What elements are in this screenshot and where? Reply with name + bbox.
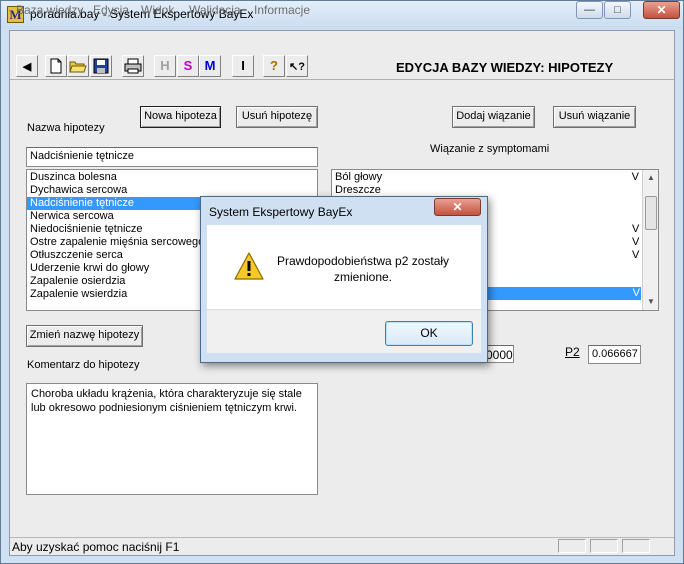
new-file-button[interactable] xyxy=(45,55,67,77)
minimize-button[interactable]: — xyxy=(576,1,603,19)
menu-walidacja[interactable]: Walidacja xyxy=(189,3,241,17)
i-button[interactable]: I xyxy=(232,55,254,77)
warning-icon xyxy=(234,252,264,280)
new-hypothesis-button[interactable]: Nowa hipoteza xyxy=(140,106,221,128)
add-binding-button[interactable]: Dodaj wiązanie xyxy=(452,106,535,128)
back-arrow-icon: ◀ xyxy=(22,61,32,73)
symptom-binding-label: Wiązanie z symptomami xyxy=(430,143,550,155)
maximize-button[interactable]: □ xyxy=(604,1,631,19)
delete-hypothesis-button[interactable]: Usuń hipotezę xyxy=(236,106,318,128)
symptoms-scrollbar[interactable]: ▲ ▼ xyxy=(642,170,658,310)
scroll-thumb[interactable] xyxy=(645,196,657,230)
list-item[interactable]: Ból głowy V xyxy=(332,171,642,184)
dialog-message: Prawdopodobieństwa p2 zostały zmienione. xyxy=(276,254,450,284)
m-button[interactable]: M xyxy=(199,55,221,77)
dialog-close-button[interactable]: ✕ xyxy=(434,198,481,216)
ok-button[interactable]: OK xyxy=(385,321,473,346)
help-button[interactable]: ? xyxy=(263,55,285,77)
h-button[interactable]: H xyxy=(154,55,176,77)
symptom-mark: V xyxy=(632,249,640,261)
p2-input[interactable]: 0.066667 xyxy=(588,345,641,364)
s-button[interactable]: S xyxy=(177,55,199,77)
dialog-body: Prawdopodobieństwa p2 zostały zmienione. xyxy=(207,225,481,309)
status-pane xyxy=(558,539,586,553)
delete-binding-button[interactable]: Usuń wiązanie xyxy=(553,106,636,128)
menu-baza-wiedzy[interactable]: Baza wiedzy xyxy=(16,3,83,17)
save-disk-icon xyxy=(93,58,109,74)
print-icon xyxy=(124,58,142,74)
rename-hypothesis-button[interactable]: Zmień nazwę hipotezy xyxy=(26,325,143,347)
help-icon: ? xyxy=(270,58,278,73)
dialog-title: System Ekspertowy BayEx xyxy=(209,205,353,219)
status-pane xyxy=(590,539,618,553)
list-item[interactable]: Duszinca bolesna xyxy=(27,171,317,184)
menu-informacje[interactable]: Informacje xyxy=(254,3,310,17)
status-text: Aby uzyskać pomoc naciśnij F1 xyxy=(12,540,180,554)
comment-label: Komentarz do hipotezy xyxy=(27,359,140,371)
hypothesis-name-input[interactable]: Nadciśnienie tętnicze xyxy=(26,147,318,167)
scroll-up-icon[interactable]: ▲ xyxy=(643,170,658,186)
p2-label: P2 xyxy=(565,345,580,359)
back-button[interactable]: ◀ xyxy=(16,55,38,77)
status-pane xyxy=(622,539,650,553)
new-file-icon xyxy=(50,58,62,74)
hypothesis-name-label: Nazwa hipotezy xyxy=(27,122,105,134)
save-button[interactable] xyxy=(90,55,112,77)
print-button[interactable] xyxy=(122,55,144,77)
menu-edycja[interactable]: Edycja xyxy=(93,3,129,17)
open-folder-icon xyxy=(69,61,87,73)
close-button[interactable]: ✕ xyxy=(643,1,680,19)
context-help-button[interactable]: ↖? xyxy=(286,55,308,77)
symptom-mark: V xyxy=(632,236,640,248)
menu-widok[interactable]: Widok xyxy=(141,3,174,17)
screen-title: EDYCJA BAZY WIEDZY: HIPOTEZY xyxy=(396,60,614,75)
menu-bar xyxy=(10,31,674,50)
symptom-selected-row[interactable]: V xyxy=(486,287,641,300)
symptom-mark: V xyxy=(632,223,640,235)
comment-textarea[interactable]: Choroba układu krążenia, która charakter… xyxy=(26,383,318,495)
dialog-footer: OK xyxy=(207,309,481,353)
message-dialog: System Ekspertowy BayEx ✕ Prawdopodobień… xyxy=(200,196,488,363)
scroll-down-icon[interactable]: ▼ xyxy=(643,294,658,310)
context-help-icon: ↖? xyxy=(289,61,305,73)
open-button[interactable] xyxy=(67,55,89,77)
p1-input[interactable]: 0000 xyxy=(484,345,514,363)
